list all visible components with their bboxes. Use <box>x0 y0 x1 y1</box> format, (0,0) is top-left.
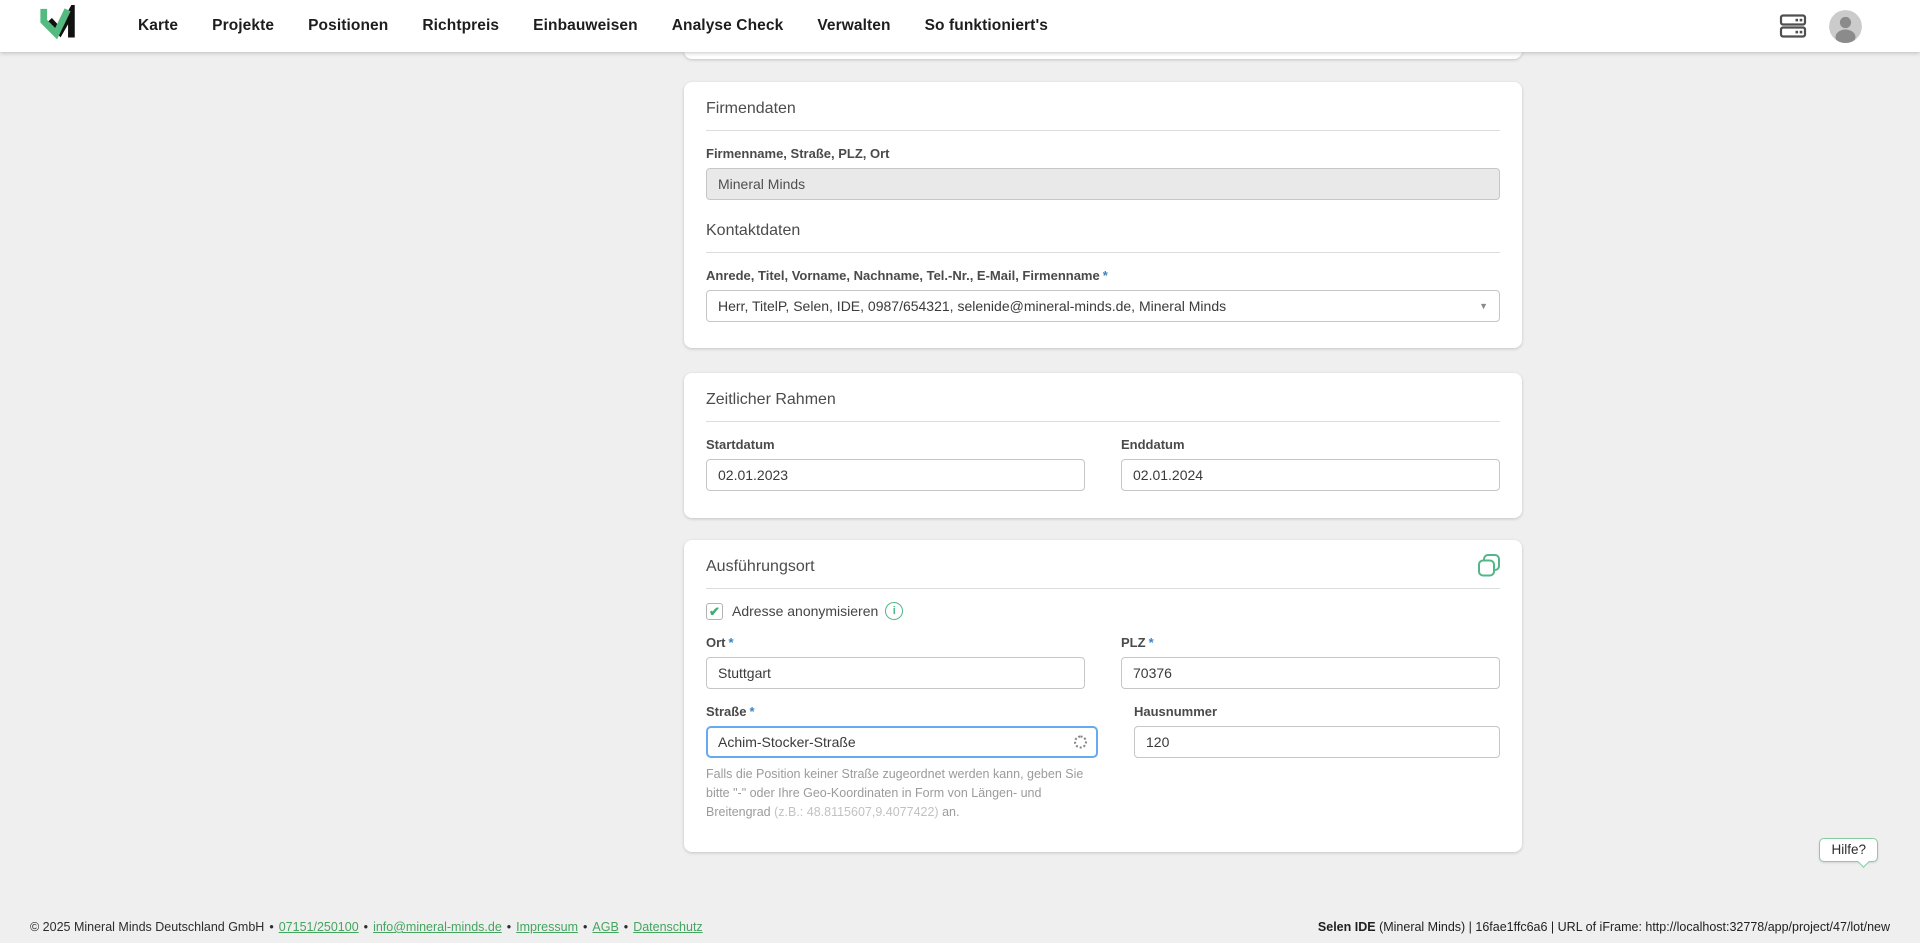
footer-link-phone[interactable]: 07151/250100 <box>279 920 359 934</box>
required-mark: * <box>728 635 734 650</box>
footer-ide-details: (Mineral Minds) | 16fae1ffc6a6 | URL of … <box>1375 920 1890 934</box>
strasse-label: Straße * <box>706 704 1098 719</box>
main-nav: Karte Projekte Positionen Richtpreis Ein… <box>138 17 1048 35</box>
divider <box>706 130 1500 131</box>
user-avatar[interactable] <box>1829 9 1862 43</box>
anonymize-row: ✔ Adresse anonymisieren i <box>706 602 1500 620</box>
plz-label-text: PLZ <box>1121 635 1146 650</box>
footer-ide-name: Selen IDE <box>1317 920 1376 934</box>
footer: © 2025 Mineral Minds Deutschland GmbH • … <box>0 911 1920 943</box>
section-title-firmendaten: Firmendaten <box>706 100 796 117</box>
ort-input[interactable] <box>706 657 1085 689</box>
hint-suffix: an. <box>938 805 960 819</box>
strasse-label-text: Straße <box>706 704 747 719</box>
section-title-kontaktdaten: Kontaktdaten <box>706 222 801 239</box>
footer-link-datenschutz[interactable]: Datenschutz <box>633 920 702 934</box>
copyright-text: © 2025 Mineral Minds Deutschland GmbH <box>30 920 265 934</box>
hausnummer-label: Hausnummer <box>1134 704 1218 719</box>
plz-input[interactable] <box>1121 657 1500 689</box>
bullet-separator: • <box>269 920 274 934</box>
help-button[interactable]: Hilfe? <box>1819 838 1878 862</box>
top-navbar: Karte Projekte Positionen Richtpreis Ein… <box>0 0 1920 52</box>
mineral-minds-logo[interactable] <box>36 4 84 48</box>
server-icon[interactable] <box>1779 13 1807 40</box>
logo-mm-icon <box>40 5 75 40</box>
divider <box>706 252 1500 253</box>
ort-label: Ort * <box>706 635 1085 650</box>
bullet-separator: • <box>363 920 369 934</box>
nav-item-positionen[interactable]: Positionen <box>308 17 388 35</box>
footer-debug-info: Selen IDE (Mineral Minds) | 16fae1ffc6a6… <box>1318 920 1890 934</box>
nav-item-so-funktionierts[interactable]: So funktioniert's <box>925 17 1048 35</box>
info-icon[interactable]: i <box>885 602 904 620</box>
footer-left: © 2025 Mineral Minds Deutschland GmbH • … <box>30 920 703 934</box>
bullet-separator: • <box>623 920 629 934</box>
footer-link-email[interactable]: info@mineral-minds.de <box>373 920 502 934</box>
nav-item-richtpreis[interactable]: Richtpreis <box>422 17 499 35</box>
footer-link-impressum[interactable]: Impressum <box>516 920 578 934</box>
nav-item-analyse-check[interactable]: Analyse Check <box>672 17 784 35</box>
company-label: Firmenname, Straße, PLZ, Ort <box>706 146 890 161</box>
enddatum-input[interactable] <box>1121 459 1500 491</box>
nav-item-verwalten[interactable]: Verwalten <box>817 17 890 35</box>
startdatum-label: Startdatum <box>706 437 775 452</box>
required-mark: * <box>1148 635 1154 650</box>
checkmark-icon: ✔ <box>709 603 720 619</box>
bullet-separator: • <box>506 920 512 934</box>
plz-label: PLZ * <box>1121 635 1500 650</box>
nav-item-einbauweisen[interactable]: Einbauweisen <box>533 17 638 35</box>
card-ausfuehrungsort: Ausführungsort ✔ Adresse anonymisieren i… <box>684 540 1522 852</box>
bullet-separator: • <box>583 920 588 934</box>
kontakt-label-text: Anrede, Titel, Vorname, Nachname, Tel.-N… <box>706 268 1100 283</box>
ort-label-text: Ort <box>706 635 726 650</box>
anonymize-label: Adresse anonymisieren <box>732 603 879 619</box>
anonymize-checkbox[interactable]: ✔ <box>706 602 723 620</box>
kontakt-select[interactable]: Herr, TitelP, Selen, IDE, 0987/654321, s… <box>706 290 1500 322</box>
kontakt-label: Anrede, Titel, Vorname, Nachname, Tel.-N… <box>706 268 1500 283</box>
loading-spinner-icon <box>1074 735 1087 749</box>
strasse-input[interactable] <box>706 726 1098 758</box>
startdatum-input[interactable] <box>706 459 1085 491</box>
strasse-hint: Falls die Position keiner Straße zugeord… <box>706 765 1098 822</box>
required-mark: * <box>1102 268 1108 283</box>
footer-link-agb[interactable]: AGB <box>592 920 618 934</box>
section-title-zeitlicher-rahmen: Zeitlicher Rahmen <box>706 391 836 408</box>
hint-example: (z.B.: 48.8115607,9.4077422) <box>774 805 939 819</box>
nav-item-projekte[interactable]: Projekte <box>212 17 274 35</box>
divider <box>706 588 1500 589</box>
card-zeitlicher-rahmen: Zeitlicher Rahmen Startdatum Enddatum <box>684 373 1522 518</box>
navbar-right <box>1779 9 1862 43</box>
required-mark: * <box>749 704 755 719</box>
enddatum-label: Enddatum <box>1121 437 1185 452</box>
section-title-ausfuehrungsort: Ausführungsort <box>706 558 815 575</box>
copy-icon[interactable] <box>1476 553 1502 584</box>
hausnummer-input[interactable] <box>1134 726 1500 758</box>
company-input <box>706 168 1500 200</box>
card-firmendaten: Firmendaten Firmenname, Straße, PLZ, Ort… <box>684 82 1522 348</box>
nav-item-karte[interactable]: Karte <box>138 17 178 35</box>
